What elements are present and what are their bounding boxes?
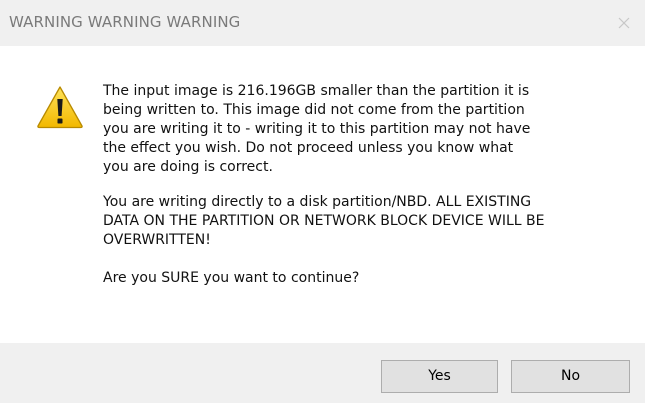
- message-paragraph-overwrite-warning: You are writing directly to a disk parti…: [103, 194, 545, 248]
- warning-icon: [36, 85, 84, 129]
- button-bar: Yes No: [0, 343, 645, 403]
- dialog-title: WARNING WARNING WARNING: [9, 13, 241, 31]
- close-icon[interactable]: [609, 8, 639, 38]
- title-bar: WARNING WARNING WARNING: [0, 0, 645, 46]
- no-button[interactable]: No: [511, 360, 630, 393]
- message-paragraph-confirm-question: Are you SURE you want to continue?: [103, 270, 360, 286]
- yes-button[interactable]: Yes: [381, 360, 498, 393]
- warning-dialog: WARNING WARNING WARNING The input image …: [0, 0, 645, 403]
- message-area: The input image is 216.196GB smaller tha…: [0, 46, 645, 343]
- message-paragraph-size-warning: The input image is 216.196GB smaller tha…: [103, 83, 531, 175]
- message-text: The input image is 216.196GB smaller tha…: [103, 82, 628, 288]
